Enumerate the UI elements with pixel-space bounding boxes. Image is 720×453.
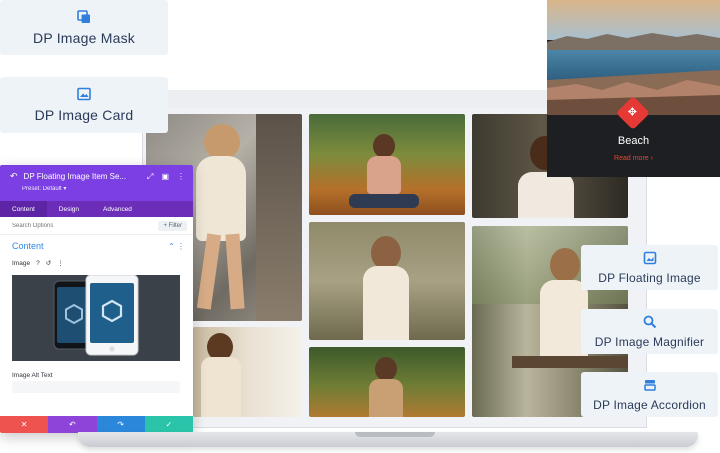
beach-title: Beach <box>617 135 650 147</box>
content-section-toggle[interactable]: Content ⌃ ⋮ <box>0 235 193 257</box>
gallery-photo-autumn[interactable] <box>309 114 465 215</box>
panel-footer: ✕ ↶ ↷ ✓ <box>0 416 193 433</box>
preset-selector[interactable]: Preset: Default ▾ <box>22 185 185 192</box>
module-card-floating-image[interactable]: DP Floating Image <box>581 245 718 290</box>
alt-text-input[interactable] <box>12 381 180 393</box>
accordion-icon <box>643 379 656 391</box>
image-field-label-row: Image ? ↺ ⋮ <box>0 257 193 269</box>
section-title: Content <box>12 241 44 251</box>
undo-button[interactable]: ↶ <box>48 416 97 433</box>
laptop-notch <box>355 432 435 437</box>
hero-stage: DP Image Mask DP Image Card DP Floating … <box>0 0 720 453</box>
module-card-image-mask[interactable]: DP Image Mask <box>0 0 168 55</box>
redo-button[interactable]: ↷ <box>96 416 145 433</box>
module-label: DP Image Card <box>34 107 134 123</box>
gallery-photo-forest[interactable] <box>309 347 465 417</box>
image-field-label: Image <box>12 259 31 267</box>
module-card-image-magnifier[interactable]: DP Image Magnifier <box>581 309 718 354</box>
magnifier-icon <box>643 315 656 328</box>
filter-button[interactable]: + Filter <box>158 220 187 231</box>
split-view-icon[interactable]: ▣ <box>161 172 169 182</box>
panel-tabs: Content Design Advanced <box>0 201 193 217</box>
image-card-icon <box>77 87 91 101</box>
tab-content[interactable]: Content <box>0 201 47 217</box>
discard-button[interactable]: ✕ <box>0 416 49 433</box>
gallery-photo-field[interactable] <box>309 222 465 340</box>
module-label: DP Image Mask <box>33 29 135 46</box>
read-more-link[interactable]: Read more › <box>547 155 720 162</box>
panel-title: DP Floating Image Item Se... <box>23 172 127 181</box>
field-menu-icon[interactable]: ⋮ <box>57 259 64 267</box>
back-arrow-icon[interactable]: ↶ <box>10 171 18 182</box>
image-mask-icon <box>77 9 90 23</box>
help-icon[interactable]: ? <box>36 260 40 267</box>
more-menu-icon[interactable]: ⋮ <box>177 172 185 182</box>
alt-text-label: Image Alt Text <box>12 372 53 379</box>
module-label: DP Image Magnifier <box>594 334 705 349</box>
reset-icon[interactable]: ↺ <box>46 259 51 267</box>
panel-header: ↶ DP Floating Image Item Se... ⤢ ▣ ⋮ Pre… <box>0 165 193 201</box>
tab-design[interactable]: Design <box>47 201 91 217</box>
module-label: DP Image Accordion <box>593 397 706 412</box>
module-label: DP Floating Image <box>598 270 701 285</box>
save-button[interactable]: ✓ <box>144 416 193 433</box>
tab-advanced[interactable]: Advanced <box>91 201 144 217</box>
section-toggle-icons[interactable]: ⌃ ⋮ <box>168 242 185 251</box>
gallery-photo-window[interactable] <box>193 327 302 417</box>
expand-icon[interactable]: ⤢ <box>147 172 153 182</box>
floating-image-icon <box>643 251 656 264</box>
search-options-input[interactable] <box>12 222 132 229</box>
module-card-image-card[interactable]: DP Image Card <box>0 77 168 133</box>
device-mockup-image <box>53 275 139 356</box>
image-upload-preview[interactable] <box>12 275 180 361</box>
module-settings-panel: ↶ DP Floating Image Item Se... ⤢ ▣ ⋮ Pre… <box>0 165 193 433</box>
module-card-image-accordion[interactable]: DP Image Accordion <box>581 372 718 417</box>
options-search-bar: + Filter <box>0 217 193 235</box>
beach-card[interactable] <box>547 0 720 177</box>
